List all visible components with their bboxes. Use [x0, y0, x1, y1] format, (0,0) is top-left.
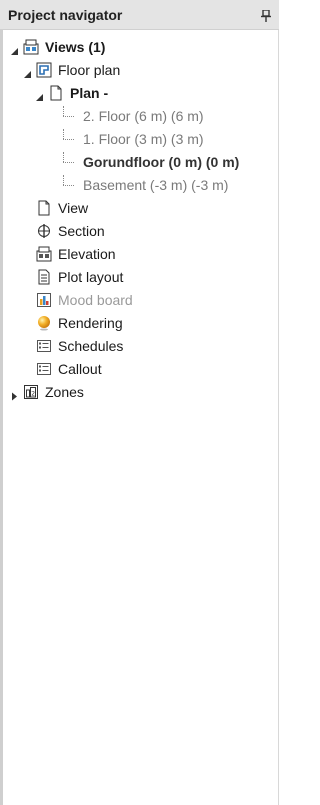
pin-icon[interactable] [261, 9, 271, 22]
tree-item-plan[interactable]: Plan - [35, 83, 108, 103]
tree-item-label: Callout [58, 361, 102, 377]
panel-left-border [0, 0, 3, 805]
tree-connector [60, 106, 74, 122]
document-icon [48, 85, 64, 101]
floor-plan-icon [36, 62, 52, 78]
tree-item-elevation[interactable]: Elevation [36, 244, 116, 264]
rendering-sphere-icon [36, 315, 52, 331]
collapse-arrow-icon[interactable] [10, 43, 19, 55]
tree-item-label: Zones [45, 384, 84, 400]
tree-item-views[interactable]: Views (1) [10, 37, 105, 57]
tree-item-label: 1. Floor (3 m) (3 m) [83, 131, 204, 147]
tree-item-floor-2[interactable]: 2. Floor (6 m) (6 m) [60, 106, 204, 126]
tree-item-section[interactable]: Section [36, 221, 105, 241]
project-navigator-panel: Project navigator Views (1) Floor plan P… [0, 0, 279, 805]
tree-item-label: 2. Floor (6 m) (6 m) [83, 108, 204, 124]
collapse-arrow-icon[interactable] [35, 89, 44, 101]
tree-item-groundfloor[interactable]: Gorundfloor (0 m) (0 m) [60, 152, 239, 172]
tree-connector [60, 175, 74, 191]
tree-item-label: Views (1) [45, 39, 106, 55]
tree-item-label: Basement (-3 m) (-3 m) [83, 177, 229, 193]
schedules-icon [36, 338, 52, 354]
panel-header: Project navigator [0, 0, 279, 30]
tree-item-callout[interactable]: Callout [36, 359, 102, 379]
tree-item-view[interactable]: View [36, 198, 88, 218]
tree-item-label: Plot layout [58, 269, 124, 285]
tree-item-label: Schedules [58, 338, 124, 354]
collapse-arrow-icon[interactable] [23, 66, 32, 78]
tree-item-label: Floor plan [58, 62, 121, 78]
section-icon [36, 223, 52, 239]
tree-item-floor-1[interactable]: 1. Floor (3 m) (3 m) [60, 129, 204, 149]
svg-text:2: 2 [31, 391, 35, 398]
tree-item-label: View [58, 200, 89, 216]
tree-item-zones[interactable]: 2 Zones [10, 382, 84, 402]
document-icon [36, 200, 52, 216]
tree-item-label: Elevation [58, 246, 116, 262]
tree-item-plot-layout[interactable]: Plot layout [36, 267, 123, 287]
expand-arrow-icon[interactable] [10, 388, 19, 400]
tree-item-label: Mood board [58, 292, 133, 308]
elevation-icon [36, 246, 52, 262]
views-icon [23, 39, 39, 55]
tree-item-label: Gorundfloor (0 m) (0 m) [83, 154, 240, 170]
tree-connector [60, 152, 74, 168]
mood-board-icon [36, 292, 52, 308]
callout-icon [36, 361, 52, 377]
tree-item-mood-board[interactable]: Mood board [36, 290, 133, 310]
tree-item-label: Plan - [70, 85, 109, 101]
panel-title: Project navigator [8, 7, 123, 23]
plot-layout-icon [36, 269, 52, 285]
zones-icon: 2 [23, 384, 39, 400]
tree-item-schedules[interactable]: Schedules [36, 336, 123, 356]
tree-connector [60, 129, 74, 145]
tree-item-rendering[interactable]: Rendering [36, 313, 123, 333]
tree-item-label: Rendering [58, 315, 123, 331]
tree-item-label: Section [58, 223, 105, 239]
tree-item-basement[interactable]: Basement (-3 m) (-3 m) [60, 175, 228, 195]
tree-item-floor-plan[interactable]: Floor plan [23, 60, 120, 80]
